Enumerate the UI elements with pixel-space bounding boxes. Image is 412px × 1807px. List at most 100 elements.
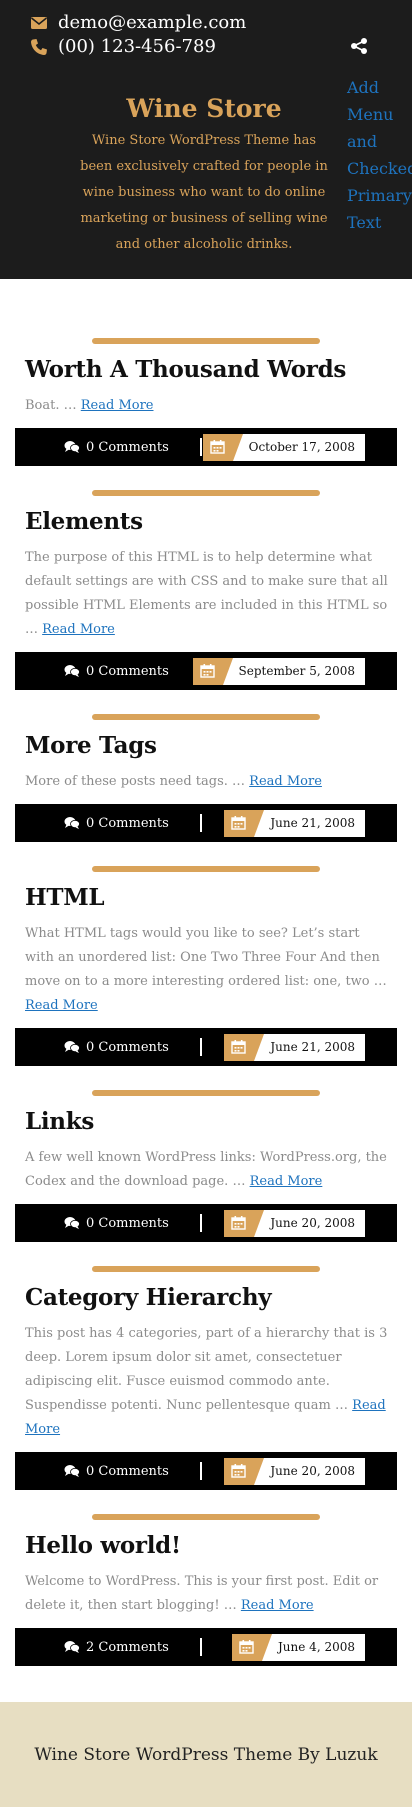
comments-link[interactable]: 0 Comments: [64, 1028, 169, 1066]
date-text: June 20, 2008: [254, 1210, 365, 1237]
header-phone[interactable]: (00) 123-456-789: [30, 36, 216, 57]
site-title[interactable]: Wine Store: [75, 92, 333, 126]
calendar-icon: [209, 440, 225, 454]
date-notch: [254, 1034, 265, 1061]
excerpt-text: Boat. …: [25, 398, 77, 413]
post-date[interactable]: October 17, 2008: [202, 434, 365, 461]
date-notch: [254, 1458, 265, 1485]
read-more-link[interactable]: Read More: [25, 998, 98, 1013]
post-date[interactable]: September 5, 2008: [192, 658, 365, 685]
calendar-icon: [231, 1216, 247, 1230]
read-more-link[interactable]: Read More: [42, 622, 115, 637]
date-notch: [254, 1210, 265, 1237]
comments-icon: [64, 1041, 80, 1053]
post-excerpt: Welcome to WordPress. This is your first…: [25, 1570, 389, 1618]
post: HTML What HTML tags would you like to se…: [15, 866, 397, 1066]
post: More Tags More of these posts need tags.…: [15, 714, 397, 842]
comments-link[interactable]: 0 Comments: [64, 652, 169, 690]
post-accent-bar: [92, 1514, 320, 1520]
date-icon-wrap: [224, 1034, 265, 1061]
date-notch: [232, 434, 243, 461]
date-text: September 5, 2008: [222, 658, 365, 685]
comments-link[interactable]: 0 Comments: [64, 1452, 169, 1490]
date-notch: [222, 658, 233, 685]
site-branding: Wine Store Wine Store WordPress Theme ha…: [75, 92, 333, 258]
post-accent-bar: [92, 866, 320, 872]
read-more-link[interactable]: Read More: [250, 1174, 323, 1189]
date-icon-wrap: [232, 1634, 272, 1661]
calendar-icon: [231, 1464, 247, 1478]
comments-icon: [64, 817, 80, 829]
comments-icon: [64, 1217, 80, 1229]
comments-icon: [64, 665, 80, 677]
post: Category Hierarchy This post has 4 categ…: [15, 1266, 397, 1490]
comments-count: 2 Comments: [86, 1639, 169, 1655]
post-excerpt: More of these posts need tags. … Read Mo…: [25, 770, 389, 794]
post-meta-bar: 0 Comments: [15, 652, 397, 690]
date-icon-wrap: [224, 1210, 265, 1237]
comments-count: 0 Comments: [86, 1463, 169, 1479]
post-date[interactable]: June 20, 2008: [224, 1458, 365, 1485]
comments-link[interactable]: 0 Comments: [64, 428, 169, 466]
post-title[interactable]: More Tags: [25, 728, 397, 764]
envelope-icon: [31, 16, 47, 29]
post-excerpt: What HTML tags would you like to see? Le…: [25, 922, 389, 1018]
comments-count: 0 Comments: [86, 815, 169, 831]
footer-credit[interactable]: Wine Store WordPress Theme By Luzuk: [34, 1745, 377, 1765]
post-title[interactable]: Worth A Thousand Words: [25, 352, 397, 388]
read-more-link[interactable]: Read More: [81, 398, 154, 413]
post-meta-bar: 0 Comments: [15, 428, 397, 466]
date-notch: [262, 1634, 272, 1661]
calendar-icon: [231, 1040, 247, 1054]
post-meta-bar: 0 Comments: [15, 1028, 397, 1066]
post-date[interactable]: June 21, 2008: [224, 810, 365, 837]
post-meta-bar: 0 Comments: [15, 804, 397, 842]
share-icon[interactable]: [350, 37, 368, 55]
post-excerpt: Boat. … Read More: [25, 394, 389, 418]
excerpt-text: What HTML tags would you like to see? Le…: [25, 926, 387, 989]
post-title[interactable]: Hello world!: [25, 1528, 397, 1564]
date-text: June 21, 2008: [254, 810, 365, 837]
post-title[interactable]: Elements: [25, 504, 397, 540]
meta-divider: [200, 1214, 202, 1232]
date-icon-wrap: [192, 658, 233, 685]
post-accent-bar: [92, 1266, 320, 1272]
calendar-icon: [231, 816, 247, 830]
date-notch: [254, 810, 265, 837]
post-date[interactable]: June 20, 2008: [224, 1210, 365, 1237]
comments-count: 0 Comments: [86, 663, 169, 679]
comments-link[interactable]: 0 Comments: [64, 804, 169, 842]
post-title[interactable]: Links: [25, 1104, 397, 1140]
excerpt-text: This post has 4 categories, part of a hi…: [25, 1326, 388, 1413]
post-excerpt: A few well known WordPress links: WordPr…: [25, 1146, 389, 1194]
comments-count: 0 Comments: [86, 1215, 169, 1231]
read-more-link[interactable]: Read More: [241, 1598, 314, 1613]
post-excerpt: This post has 4 categories, part of a hi…: [25, 1322, 389, 1442]
post-accent-bar: [92, 1090, 320, 1096]
post-list: Worth A Thousand Words Boat. … Read More…: [0, 279, 412, 1666]
date-text: June 21, 2008: [254, 1034, 365, 1061]
site-description: Wine Store WordPress Theme has been excl…: [80, 133, 328, 252]
post-title[interactable]: HTML: [25, 880, 397, 916]
menu-fallback-link[interactable]: Add Menu and Checked Primary Text: [347, 74, 412, 236]
excerpt-text: Welcome to WordPress. This is your first…: [25, 1574, 379, 1613]
post: Worth A Thousand Words Boat. … Read More…: [15, 338, 397, 466]
post-meta-bar: 0 Comments: [15, 1452, 397, 1490]
post-date[interactable]: June 4, 2008: [232, 1634, 365, 1661]
meta-divider: [200, 814, 202, 832]
read-more-link[interactable]: Read More: [249, 774, 322, 789]
post-title[interactable]: Category Hierarchy: [25, 1280, 397, 1316]
excerpt-text: A few well known WordPress links: WordPr…: [25, 1150, 387, 1189]
email-text: demo@example.com: [58, 12, 247, 33]
comments-link[interactable]: 0 Comments: [64, 1204, 169, 1242]
post-date[interactable]: June 21, 2008: [224, 1034, 365, 1061]
comments-count: 0 Comments: [86, 439, 169, 455]
meta-divider: [200, 1462, 202, 1480]
meta-divider: [200, 1638, 202, 1656]
comments-link[interactable]: 2 Comments: [64, 1628, 169, 1666]
date-icon-wrap: [224, 810, 265, 837]
header-email[interactable]: demo@example.com: [30, 12, 246, 33]
meta-divider: [200, 1038, 202, 1056]
post-meta-bar: 2 Comments June 4, 2008: [15, 1628, 397, 1666]
post-accent-bar: [92, 338, 320, 344]
